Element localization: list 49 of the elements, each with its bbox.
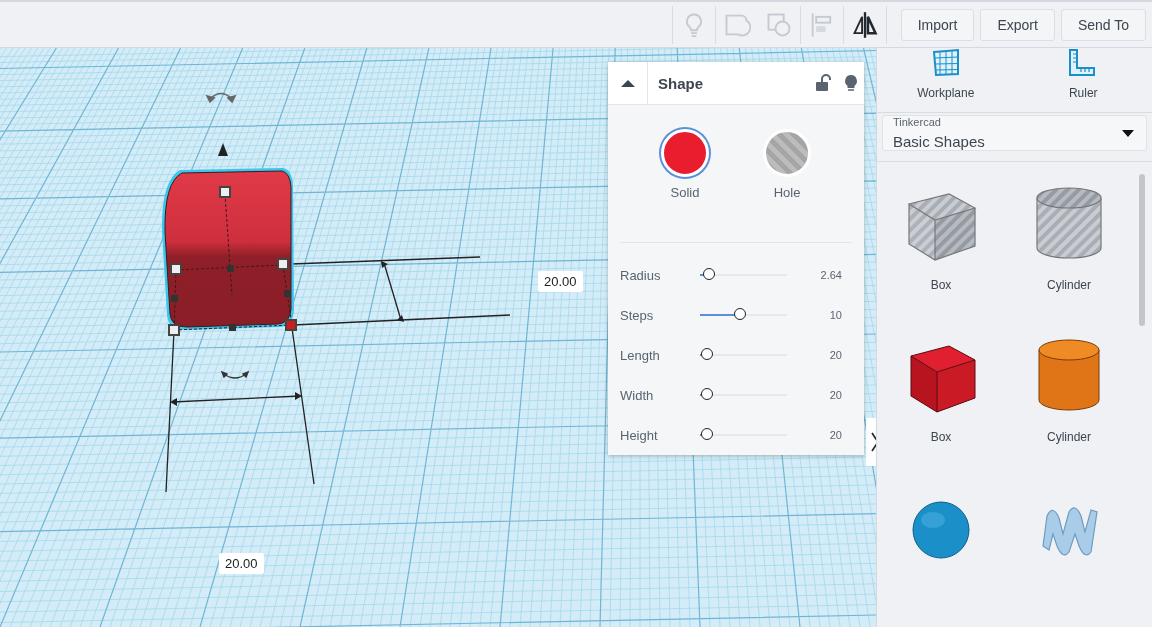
workplane-icon [930, 48, 961, 78]
slider-thumb[interactable] [700, 428, 713, 440]
rotate-icon[interactable] [220, 370, 250, 379]
shape-item[interactable]: Box [877, 174, 1005, 326]
param-value[interactable]: 20 [793, 429, 842, 441]
scrollbar-thumb[interactable] [1139, 174, 1145, 326]
rotate-icon[interactable] [205, 92, 237, 104]
slider-thumb[interactable] [734, 308, 746, 320]
toolbar-button[interactable]: Export [980, 8, 1055, 41]
param-value[interactable]: 20 [793, 389, 842, 401]
shape-label: Box [930, 430, 952, 444]
caret-down-icon [1122, 129, 1134, 137]
param-value[interactable]: 2.64 [793, 269, 842, 281]
shape-item[interactable]: Cylinder [1005, 174, 1133, 326]
library-value: Basic Shapes [893, 133, 986, 150]
hole-type-button[interactable]: Hole [759, 129, 815, 242]
shape-item[interactable]: Cylinder [1005, 326, 1133, 478]
toolbar-button[interactable]: Send To [1060, 8, 1146, 41]
param-label: Radius [620, 267, 662, 283]
caret-up-icon [619, 78, 636, 88]
solid-type-button[interactable]: Solid [657, 129, 713, 242]
type-label: Solid [670, 185, 700, 200]
lightbulb-icon [844, 74, 858, 92]
param-label: Height [620, 427, 659, 443]
shape-label: Cylinder [1047, 278, 1091, 292]
param-value[interactable]: 10 [793, 309, 842, 321]
tool-label: Ruler [1068, 86, 1098, 100]
param-value[interactable]: 20 [793, 349, 842, 361]
type-label: Hole [773, 185, 801, 200]
tool-label: Workplane [917, 86, 975, 100]
slider-thumb[interactable] [702, 268, 715, 280]
dimension-value-label[interactable]: 20.00 [538, 271, 583, 292]
toolbar-button[interactable]: Import [900, 8, 975, 41]
dimension-value-label[interactable]: 20.00 [219, 553, 264, 574]
library-source-label: Tinkercad [893, 116, 942, 128]
slider-thumb[interactable] [700, 388, 713, 400]
shape-item[interactable]: Box [877, 326, 1005, 478]
shape-library-dropdown[interactable]: Tinkercad Basic Shapes [882, 115, 1147, 151]
param-label: Width [620, 387, 655, 403]
ruler-button[interactable]: Ruler [1014, 48, 1152, 112]
workplane-button[interactable]: Workplane [877, 48, 1015, 112]
cube-drawing[interactable] [161, 168, 297, 336]
param-label: Steps [620, 307, 655, 323]
param-label: Length [620, 347, 661, 363]
panel-title: Shape [657, 74, 704, 92]
height-arrow-handle[interactable] [218, 143, 228, 156]
shape-label: Cylinder [1047, 430, 1091, 444]
slider-thumb[interactable] [700, 348, 713, 360]
shape-label: Box [930, 278, 952, 292]
